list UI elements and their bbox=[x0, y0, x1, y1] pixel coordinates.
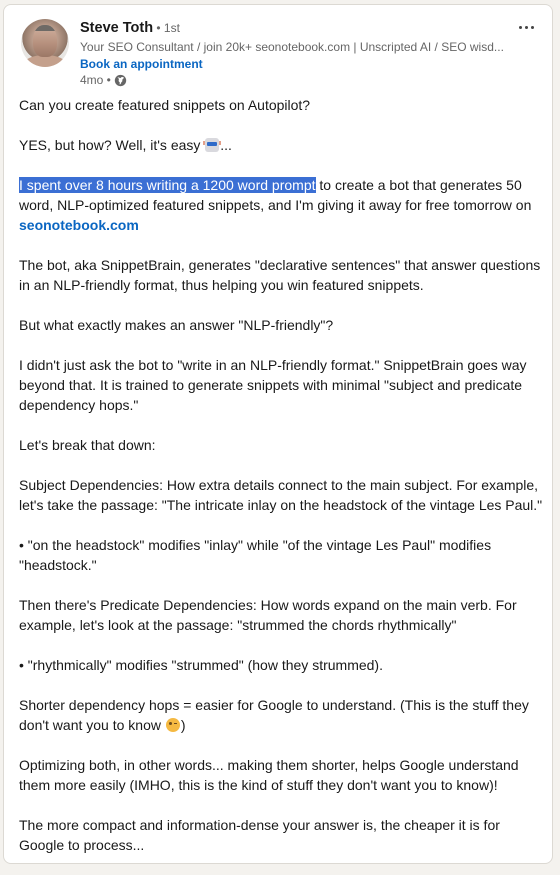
post-paragraph: I spent over 8 hours writing a 1200 word… bbox=[19, 175, 544, 235]
post-paragraph: Let's break that down: bbox=[19, 437, 156, 453]
post-age: 4mo • bbox=[80, 73, 111, 87]
post-paragraph: Then there's Predicate Dependencies: How… bbox=[19, 597, 517, 633]
globe-icon bbox=[114, 74, 127, 86]
post-paragraph: Optimizing both, in other words... makin… bbox=[19, 757, 519, 793]
robot-emoji-icon bbox=[203, 138, 222, 152]
post-paragraph: But what exactly makes an answer "NLP-fr… bbox=[19, 317, 334, 333]
ellipsis-icon bbox=[518, 25, 534, 29]
avatar-face bbox=[33, 25, 57, 57]
post-meta: 4mo • bbox=[80, 73, 127, 87]
post-paragraph: The bot, aka SnippetBrain, generates "de… bbox=[19, 257, 541, 293]
post-paragraph: I didn't just ask the bot to "write in a… bbox=[19, 357, 527, 413]
more-options-button[interactable] bbox=[510, 13, 542, 41]
post-paragraph: Shorter dependency hops = easier for Goo… bbox=[19, 695, 544, 735]
paragraph-text: ) bbox=[180, 717, 186, 733]
post-paragraph: YES, but how? Well, it's easy ... bbox=[19, 135, 544, 155]
post-paragraph: Can you create featured snippets on Auto… bbox=[19, 97, 311, 113]
post-paragraph: • "rhythmically" modifies "strummed" (ho… bbox=[19, 657, 383, 673]
author-avatar[interactable] bbox=[21, 19, 69, 67]
connection-degree: • 1st bbox=[153, 21, 180, 35]
author-name-line: Steve Toth • 1st bbox=[80, 20, 180, 36]
post-card: Steve Toth • 1st Your SEO Consultant / j… bbox=[3, 4, 553, 864]
post-header: Steve Toth • 1st Your SEO Consultant / j… bbox=[4, 5, 552, 91]
paragraph-text: Shorter dependency hops = easier for Goo… bbox=[19, 697, 529, 733]
post-paragraph: Subject Dependencies: How extra details … bbox=[19, 477, 543, 513]
author-headline: Your SEO Consultant / join 20k+ seonoteb… bbox=[80, 40, 504, 54]
paragraph-text: ... bbox=[220, 137, 232, 153]
winking-face-emoji-icon bbox=[165, 718, 180, 732]
selected-text[interactable]: I spent over 8 hours writing a 1200 word… bbox=[19, 177, 316, 193]
author-name[interactable]: Steve Toth bbox=[80, 20, 153, 36]
post-paragraph: • "on the headstock" modifies "inlay" wh… bbox=[19, 537, 492, 573]
seonotebook-link[interactable]: seonotebook.com bbox=[19, 217, 139, 233]
book-appointment-link[interactable]: Book an appointment bbox=[80, 57, 203, 71]
post-paragraph: The more compact and information-dense y… bbox=[19, 817, 500, 853]
paragraph-text: YES, but how? Well, it's easy bbox=[19, 137, 205, 153]
post-body: Can you create featured snippets on Auto… bbox=[19, 95, 544, 875]
